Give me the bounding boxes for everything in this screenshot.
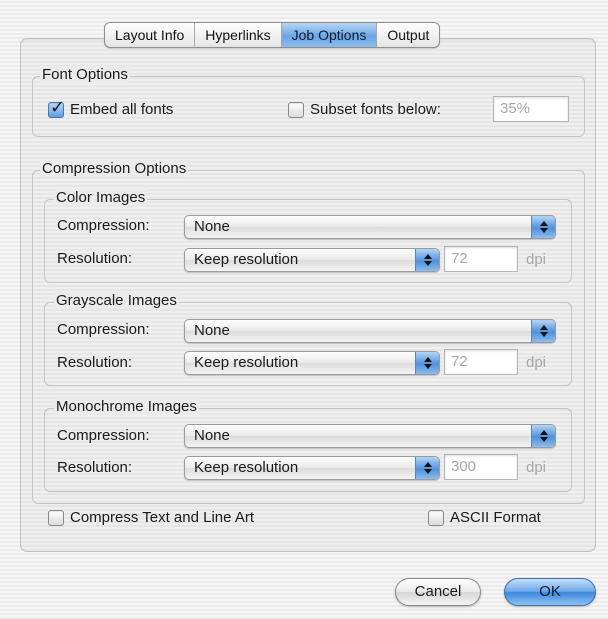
tab-job-options[interactable]: Job Options [281,23,378,47]
popup-arrows-icon [415,457,439,479]
ascii-format-checkbox[interactable]: ASCII Format [428,509,541,526]
tab-output[interactable]: Output [377,23,439,47]
ascii-format-box[interactable] [428,509,444,526]
monochrome-compression-label: Compression: [57,427,150,444]
font-options-title: Font Options [40,66,130,83]
monochrome-resolution-popup[interactable]: Keep resolution [184,456,440,480]
subset-percent-field[interactable]: 35% [493,96,569,122]
cancel-button[interactable]: Cancel [395,578,481,606]
subset-fonts-box[interactable] [288,101,304,118]
grayscale-dpi-unit: dpi [526,354,547,371]
ascii-format-label: ASCII Format [450,509,541,526]
monochrome-compression-popup[interactable]: None [184,424,556,448]
grayscale-dpi-field[interactable]: 72 [444,349,518,375]
compress-text-checkbox[interactable]: Compress Text and Line Art [48,509,254,526]
color-resolution-value: Keep resolution [194,251,299,268]
subset-fonts-checkbox[interactable]: Subset fonts below: [288,101,441,118]
popup-arrows-icon [531,425,555,447]
monochrome-dpi-field[interactable]: 300 [444,454,518,480]
popup-arrows-icon [415,352,439,374]
popup-arrows-icon [415,249,439,271]
color-compression-label: Compression: [57,217,150,234]
tab-layout-info[interactable]: Layout Info [105,23,196,47]
embed-all-fonts-box[interactable]: ✓ [48,98,65,118]
subset-fonts-label: Subset fonts below: [310,101,441,118]
grayscale-resolution-label: Resolution: [57,354,133,371]
compression-options-title: Compression Options [40,160,189,177]
tab-hyperlinks[interactable]: Hyperlinks [195,23,282,47]
color-dpi-field[interactable]: 72 [444,246,518,272]
popup-arrows-icon [531,320,555,342]
monochrome-resolution-value: Keep resolution [194,459,299,476]
color-resolution-popup[interactable]: Keep resolution [184,248,440,272]
compress-text-box[interactable] [48,509,64,526]
job-options-dialog: Layout Info Hyperlinks Job Options Outpu… [0,0,608,619]
color-compression-popup[interactable]: None [184,215,556,239]
tab-bar: Layout Info Hyperlinks Job Options Outpu… [104,22,441,48]
grayscale-compression-popup[interactable]: None [184,319,556,343]
monochrome-resolution-label: Resolution: [57,459,133,476]
embed-all-fonts-label: Embed all fonts [70,101,174,118]
grayscale-compression-value: None [194,322,230,339]
grayscale-resolution-value: Keep resolution [194,354,299,371]
popup-arrows-icon [531,216,555,238]
color-compression-value: None [194,218,230,235]
monochrome-images-title: Monochrome Images [54,398,199,415]
grayscale-images-title: Grayscale Images [54,292,179,309]
grayscale-compression-label: Compression: [57,321,150,338]
monochrome-dpi-unit: dpi [526,459,547,476]
color-resolution-label: Resolution: [57,250,133,267]
color-dpi-unit: dpi [526,251,547,268]
compress-text-label: Compress Text and Line Art [70,509,254,526]
ok-button[interactable]: OK [504,578,596,606]
embed-all-fonts-checkbox[interactable]: ✓ Embed all fonts [48,98,174,118]
monochrome-compression-value: None [194,427,230,444]
grayscale-resolution-popup[interactable]: Keep resolution [184,351,440,375]
color-images-title: Color Images [54,189,148,206]
checkmark-icon: ✓ [50,96,66,117]
